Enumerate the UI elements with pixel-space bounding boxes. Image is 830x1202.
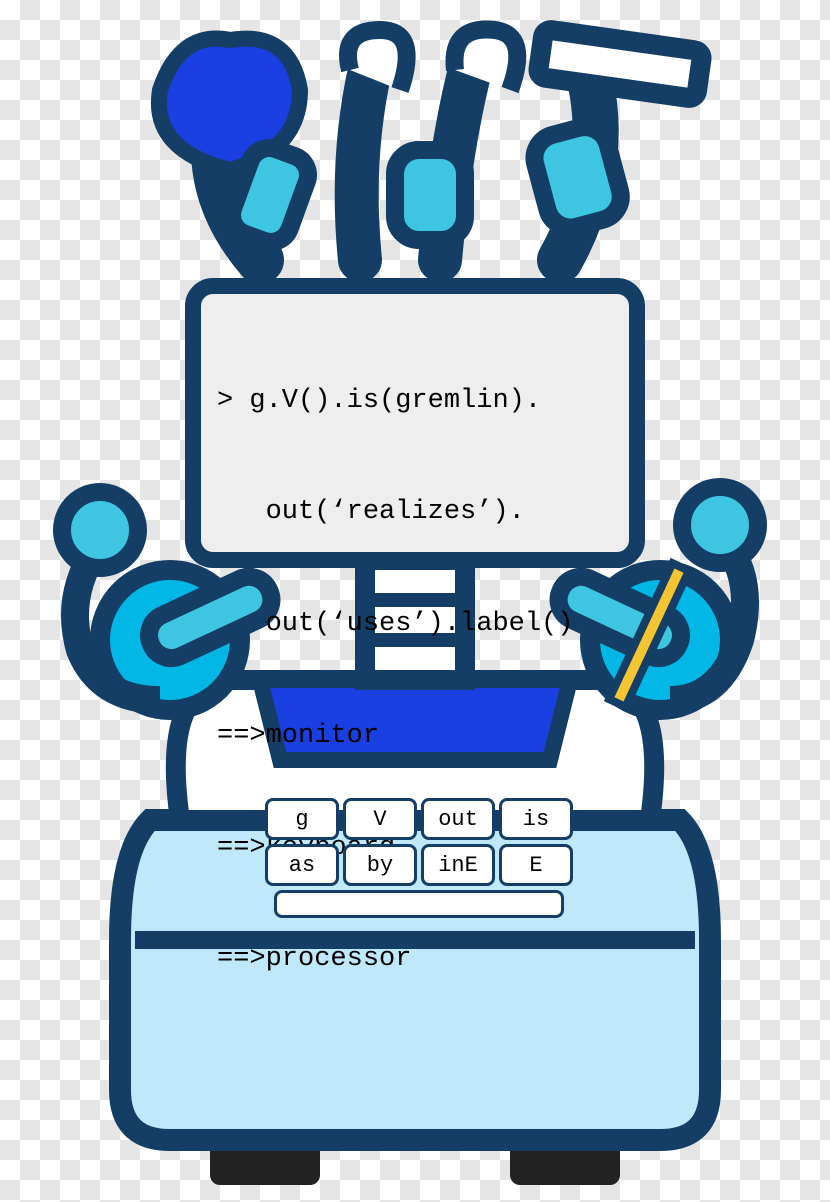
key-as[interactable]: as [265,844,339,886]
code-line: > g.V().is(gremlin). [217,383,613,420]
key-is[interactable]: is [499,798,573,840]
code-line: out(‘uses’).label() [217,606,613,643]
key-spacebar[interactable] [274,890,564,918]
key-v[interactable]: V [343,798,417,840]
key-by[interactable]: by [343,844,417,886]
key-ine[interactable]: inE [421,844,495,886]
code-line: ==>monitor [217,718,613,755]
code-line: out(‘realizes’). [217,494,613,531]
code-line: ==>processor [217,941,613,978]
key-e[interactable]: E [499,844,573,886]
illustration-stage: > g.V().is(gremlin). out(‘realizes’). ou… [0,0,830,1202]
code-monitor: > g.V().is(gremlin). out(‘realizes’). ou… [185,278,645,568]
keyboard: g V out is as by inE E [264,798,574,918]
keyboard-row: as by inE E [265,844,573,886]
key-out[interactable]: out [421,798,495,840]
keyboard-row: g V out is [265,798,573,840]
key-g[interactable]: g [265,798,339,840]
